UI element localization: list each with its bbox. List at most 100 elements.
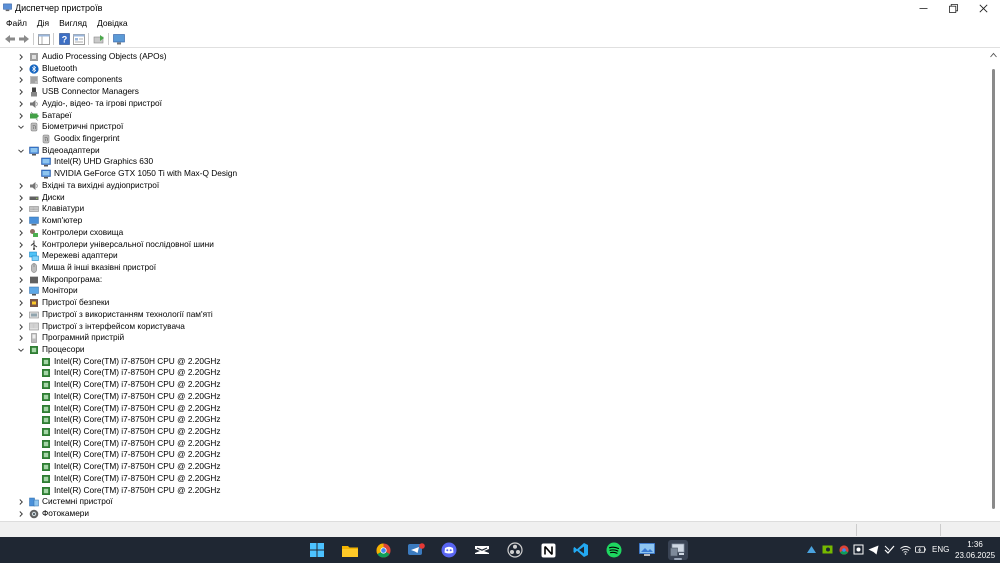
menu-action[interactable]: Дія [32, 16, 54, 30]
scrollbar-thumb[interactable] [992, 69, 995, 509]
taskbar-spotify[interactable] [604, 540, 624, 560]
tree-category[interactable]: Пристрої з інтерфейсом користувача [0, 321, 980, 333]
chevron-right-icon[interactable] [17, 276, 25, 284]
tree-category[interactable]: Bluetooth [0, 63, 980, 75]
tray-chrome[interactable] [838, 544, 849, 555]
tree-device[interactable]: Intel(R) Core(TM) i7-8750H CPU @ 2.20GHz [0, 473, 980, 485]
tree-device[interactable]: Intel(R) Core(TM) i7-8750H CPU @ 2.20GHz [0, 403, 980, 415]
chevron-down-icon[interactable] [17, 346, 25, 354]
tree-category[interactable]: Монітори [0, 285, 980, 297]
chevron-down-icon[interactable] [17, 147, 25, 155]
tree-category[interactable]: Відеоадаптери [0, 145, 980, 157]
tree-category[interactable]: Процесори [0, 344, 980, 356]
tree-category[interactable]: Audio Processing Objects (APOs) [0, 51, 980, 63]
tree-device[interactable]: Intel(R) Core(TM) i7-8750H CPU @ 2.20GHz [0, 414, 980, 426]
tree-category[interactable]: Миша й інші вказівні пристрої [0, 262, 980, 274]
tree-device[interactable]: Intel(R) Core(TM) i7-8750H CPU @ 2.20GHz [0, 449, 980, 461]
chevron-right-icon[interactable] [17, 498, 25, 506]
tree-category[interactable]: Мережеві адаптери [0, 250, 980, 262]
tree-category[interactable]: Біометричні пристрої [0, 121, 980, 133]
menu-help[interactable]: Довідка [92, 16, 133, 30]
tree-device[interactable]: Intel(R) UHD Graphics 630 [0, 156, 980, 168]
scan-hardware-button[interactable] [112, 32, 126, 46]
tree-device[interactable]: Intel(R) Core(TM) i7-8750H CPU @ 2.20GHz [0, 426, 980, 438]
chevron-right-icon[interactable] [17, 76, 25, 84]
tree-category[interactable]: Контролери універсальної послідовної шин… [0, 239, 980, 251]
tree-category[interactable]: USB Connector Managers [0, 86, 980, 98]
tree-category[interactable]: Мікропрограма: [0, 274, 980, 286]
tree-device[interactable]: Intel(R) Core(TM) i7-8750H CPU @ 2.20GHz [0, 461, 980, 473]
chevron-right-icon[interactable] [17, 299, 25, 307]
language-indicator[interactable]: ENG [932, 545, 949, 554]
tree-category[interactable]: Пристрої з використанням технології пам'… [0, 309, 980, 321]
forward-button[interactable] [17, 32, 31, 46]
chevron-right-icon[interactable] [17, 264, 25, 272]
tree-category[interactable]: Контролери сховища [0, 227, 980, 239]
tray-app-2[interactable] [853, 544, 864, 555]
taskbar-chrome[interactable] [373, 540, 393, 560]
tree-category[interactable]: Фотокамери [0, 508, 980, 520]
scroll-up-icon[interactable] [989, 51, 998, 59]
tree-device[interactable]: Intel(R) Core(TM) i7-8750H CPU @ 2.20GHz [0, 356, 980, 368]
menu-view[interactable]: Вигляд [54, 16, 92, 30]
clock[interactable]: 1:36 23.06.2025 [955, 539, 995, 561]
tree-category[interactable]: Системні пристрої [0, 496, 980, 508]
device-tree[interactable]: Audio Processing Objects (APOs) Bluetooth… [0, 49, 987, 521]
chevron-right-icon[interactable] [17, 241, 25, 249]
tree-device[interactable]: Intel(R) Core(TM) i7-8750H CPU @ 2.20GHz [0, 485, 980, 497]
tree-category[interactable]: Клавіатури [0, 203, 980, 215]
taskbar-remote-desktop[interactable] [637, 540, 657, 560]
tray-nvidia[interactable] [822, 544, 833, 555]
properties-button[interactable] [72, 32, 86, 46]
tree-device[interactable]: Intel(R) Core(TM) i7-8750H CPU @ 2.20GHz [0, 379, 980, 391]
tree-category[interactable]: Програмний пристрій [0, 332, 980, 344]
chevron-right-icon[interactable] [17, 217, 25, 225]
show-hide-console-tree-button[interactable] [37, 32, 51, 46]
taskbar-vscode[interactable] [571, 540, 591, 560]
close-button[interactable] [968, 0, 998, 16]
tray-wifi[interactable] [900, 544, 911, 555]
minimize-button[interactable] [908, 0, 938, 16]
tree-category[interactable]: Диски [0, 192, 980, 204]
tree-device[interactable]: Intel(R) Core(TM) i7-8750H CPU @ 2.20GHz [0, 367, 980, 379]
chevron-right-icon[interactable] [17, 323, 25, 331]
taskbar-capcut[interactable] [472, 540, 492, 560]
tray-app-3[interactable] [884, 544, 895, 555]
help-button[interactable]: ? [57, 32, 71, 46]
tree-device[interactable]: Intel(R) Core(TM) i7-8750H CPU @ 2.20GHz [0, 391, 980, 403]
chevron-right-icon[interactable] [17, 88, 25, 96]
chevron-right-icon[interactable] [17, 53, 25, 61]
start-button[interactable] [307, 540, 327, 560]
back-button[interactable] [3, 32, 17, 46]
maximize-button[interactable] [938, 0, 968, 16]
chevron-down-icon[interactable] [17, 123, 25, 131]
tray-battery[interactable] [915, 544, 926, 555]
vertical-scrollbar[interactable] [987, 49, 1000, 521]
taskbar-file-explorer[interactable] [340, 540, 360, 560]
tree-category[interactable]: Software components [0, 74, 980, 86]
chevron-right-icon[interactable] [17, 311, 25, 319]
taskbar-notion[interactable] [538, 540, 558, 560]
tree-device[interactable]: Intel(R) Core(TM) i7-8750H CPU @ 2.20GHz [0, 438, 980, 450]
chevron-right-icon[interactable] [17, 510, 25, 518]
taskbar-discord[interactable] [439, 540, 459, 560]
chevron-right-icon[interactable] [17, 100, 25, 108]
title-bar[interactable]: Диспетчер пристроїв [0, 0, 1000, 16]
chevron-right-icon[interactable] [17, 112, 25, 120]
tree-category[interactable]: Батареї [0, 110, 980, 122]
tray-icon-1[interactable] [806, 544, 817, 555]
update-driver-button[interactable] [92, 32, 106, 46]
tree-category[interactable]: Комп'ютер [0, 215, 980, 227]
chevron-right-icon[interactable] [17, 229, 25, 237]
tree-device[interactable]: NVIDIA GeForce GTX 1050 Ti with Max-Q De… [0, 168, 980, 180]
taskbar-obs[interactable] [505, 540, 525, 560]
tree-category[interactable]: Аудіо-, відео- та ігрові пристрої [0, 98, 980, 110]
chevron-right-icon[interactable] [17, 334, 25, 342]
taskbar-telegram[interactable] [406, 540, 426, 560]
taskbar-device-manager[interactable] [668, 540, 688, 560]
menu-file[interactable]: Файл [0, 16, 32, 30]
chevron-right-icon[interactable] [17, 65, 25, 73]
chevron-right-icon[interactable] [17, 252, 25, 260]
tree-category[interactable]: Вхідні та вихідні аудіопристрої [0, 180, 980, 192]
tree-category[interactable]: Пристрої безпеки [0, 297, 980, 309]
